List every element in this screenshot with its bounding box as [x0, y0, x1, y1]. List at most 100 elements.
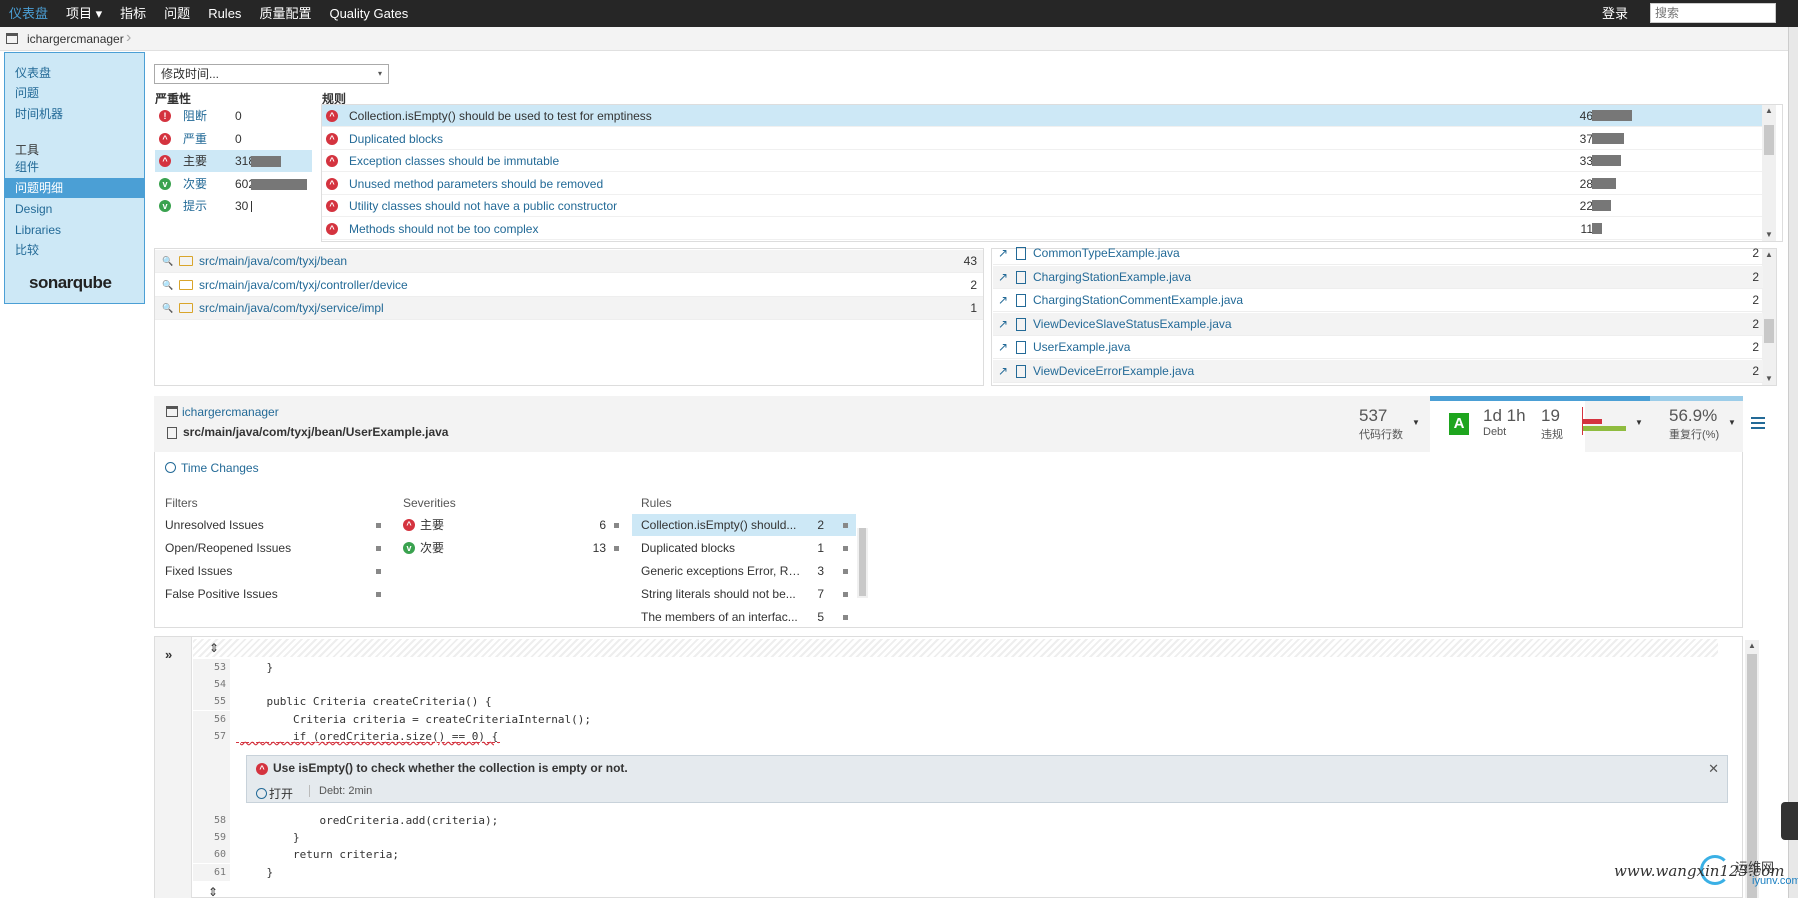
directory-row[interactable]: 🔍 src/main/java/com/tyxj/controller/devic… [155, 274, 983, 297]
line-number[interactable]: 56 [193, 710, 230, 728]
external-link-icon[interactable]: ↗ [998, 336, 1008, 359]
line-number[interactable]: 54 [193, 676, 230, 694]
scroll-thumb[interactable] [1764, 125, 1774, 155]
severity-filter-name[interactable]: 主要 [420, 514, 444, 536]
chevron-down-icon[interactable]: ▼ [1412, 418, 1420, 427]
chevron-down-icon[interactable]: ▼ [1728, 418, 1736, 427]
sidebar-item-components[interactable]: 组件 [5, 157, 144, 177]
sidebar-item-dashboard[interactable]: 仪表盘 [5, 63, 144, 83]
zoom-icon[interactable]: 🔍 [162, 297, 173, 320]
issue-box[interactable]: ^ Use isEmpty() to check whether the col… [246, 755, 1728, 803]
menu-icon[interactable] [1751, 417, 1765, 429]
line-number[interactable]: 60 [193, 846, 230, 864]
search-input[interactable] [1650, 3, 1776, 23]
rules-scrollbar[interactable]: ▲ ▼ [1762, 105, 1776, 241]
issue-status[interactable]: 打开 [256, 785, 293, 802]
sidebar-item-issues[interactable]: 问题 [5, 83, 144, 103]
external-link-icon[interactable]: ↗ [998, 289, 1008, 312]
line-number[interactable]: 55 [193, 693, 230, 711]
scroll-down-icon[interactable]: ▼ [1762, 373, 1776, 385]
sidebar-item-design[interactable]: Design [5, 199, 144, 219]
directory-row[interactable]: 🔍 src/main/java/com/tyxj/service/impl 1 [155, 297, 983, 320]
chevron-down-icon[interactable]: ▼ [1635, 418, 1643, 427]
severity-row[interactable]: v 提示 30 [155, 195, 312, 217]
login-link[interactable]: 登录 [1602, 0, 1628, 27]
line-number[interactable]: 61 [193, 863, 230, 881]
sidebar-item-time-machine[interactable]: 时间机器 [5, 104, 144, 124]
line-number[interactable]: 59 [193, 829, 230, 847]
scroll-thumb[interactable] [859, 528, 866, 596]
file-row[interactable]: ↗ ViewDeviceSlaveStatusExample.java 2 [993, 312, 1763, 336]
external-link-icon[interactable]: ↗ [998, 360, 1008, 383]
filter-toggle-icon[interactable] [376, 569, 381, 574]
wrench-icon[interactable]: ✕ [1708, 761, 1719, 777]
rule-row[interactable]: ^ Duplicated blocks 37 [322, 128, 1762, 150]
directory-row[interactable]: 🔍 src/main/java/com/tyxj/bean 43 [155, 250, 983, 273]
rule-filter-row[interactable]: Duplicated blocks 1 [632, 537, 856, 559]
external-link-icon[interactable]: ↗ [998, 266, 1008, 289]
time-changes-link[interactable]: Time Changes [165, 461, 259, 475]
nav-rules[interactable]: Rules [199, 0, 250, 27]
nav-quality-gates[interactable]: Quality Gates [320, 0, 417, 27]
filter-toggle-icon[interactable] [614, 523, 619, 528]
scroll-up-icon[interactable]: ▲ [1762, 105, 1776, 117]
filter-item[interactable]: Unresolved Issues [165, 514, 264, 536]
expand-lines-icon[interactable]: ⇕ [209, 641, 219, 655]
sidebar-item-issues-drilldown[interactable]: 问题明细 [5, 178, 144, 198]
external-link-icon[interactable]: ↗ [998, 242, 1008, 265]
file-row[interactable]: ↗ ViewDeviceErrorExample.java 2 [993, 359, 1763, 383]
severity-row[interactable]: ^ 严重 0 [155, 128, 312, 150]
rule-filter-row[interactable]: Collection.isEmpty() should... 2 [632, 514, 856, 536]
rule-row[interactable]: ^ Unused method parameters should be remo… [322, 173, 1762, 195]
rule-row[interactable]: ^ Utility classes should not have a publi… [322, 195, 1762, 217]
window-scrollbar[interactable] [1788, 27, 1798, 898]
expand-icon[interactable]: » [165, 647, 172, 662]
zoom-icon[interactable]: 🔍 [162, 274, 173, 297]
nav-measures[interactable]: 指标 [111, 0, 155, 27]
line-number[interactable]: 58 [193, 812, 230, 829]
severity-row[interactable]: v 次要 602 [155, 173, 312, 195]
period-select[interactable]: 修改时间... ▾ [154, 64, 389, 84]
nav-dashboard[interactable]: 仪表盘 [0, 0, 57, 27]
filter-item[interactable]: Open/Reopened Issues [165, 537, 291, 559]
filter-item[interactable]: False Positive Issues [165, 583, 278, 605]
scroll-up-icon[interactable]: ▲ [1745, 640, 1759, 652]
scroll-down-icon[interactable]: ▼ [1762, 229, 1776, 241]
filter-toggle-icon[interactable] [614, 546, 619, 551]
line-number[interactable]: 57 [193, 727, 230, 745]
nav-issues[interactable]: 问题 [155, 0, 199, 27]
rule-filter-row[interactable]: Generic exceptions Error, Ru... 3 [632, 560, 856, 582]
file-header-project-link[interactable]: ichargercmanager [182, 405, 279, 419]
rule-filter-row[interactable]: String literals should not be... 7 [632, 583, 856, 605]
severity-row[interactable]: ! 阻断 0 [155, 105, 312, 127]
duplication-metric[interactable]: 56.9% 重复行(%) [1669, 406, 1719, 442]
file-row[interactable]: ↗ UserExample.java 2 [993, 336, 1763, 359]
rule-row[interactable]: ^ Methods should not be too complex 11 [322, 218, 1762, 240]
files-scrollbar[interactable]: ▲ ▼ [1762, 249, 1776, 385]
filter-toggle-icon[interactable] [376, 546, 381, 551]
side-tab[interactable] [1781, 802, 1798, 840]
expand-lines-icon[interactable]: ⇕ [208, 885, 218, 898]
severity-filter-name[interactable]: 次要 [420, 537, 444, 559]
line-number[interactable]: 53 [193, 659, 230, 676]
file-row[interactable]: ↗ ChargingStationCommentExample.java 2 [993, 289, 1763, 312]
rule-filter-scrollbar[interactable] [857, 528, 868, 598]
sidebar-item-libraries[interactable]: Libraries [5, 220, 144, 240]
rule-row[interactable]: ^ Exception classes should be immutable 33 [322, 150, 1762, 172]
external-link-icon[interactable]: ↗ [998, 313, 1008, 336]
zoom-icon[interactable]: 🔍 [162, 250, 173, 273]
severity-row[interactable]: ^ 主要 318 [155, 150, 312, 172]
file-row[interactable]: ↗ CommonTypeExample.java 2 [993, 242, 1763, 265]
scroll-thumb[interactable] [1764, 319, 1774, 343]
file-row[interactable]: ↗ ChargingStationExample.java 2 [993, 265, 1763, 289]
filter-toggle-icon[interactable] [843, 569, 848, 574]
violations-metric[interactable]: 19 违规 [1541, 406, 1563, 442]
filter-toggle-icon[interactable] [376, 592, 381, 597]
nav-projects[interactable]: 项目 ▾ [57, 0, 111, 27]
rule-row[interactable]: ^ Collection.isEmpty() should be used to … [322, 105, 1762, 127]
filter-toggle-icon[interactable] [843, 592, 848, 597]
scroll-up-icon[interactable]: ▲ [1762, 249, 1776, 261]
debt-metric[interactable]: 1d 1h Debt [1483, 406, 1526, 438]
loc-metric[interactable]: 537 代码行数 [1359, 406, 1403, 442]
filter-toggle-icon[interactable] [843, 523, 848, 528]
